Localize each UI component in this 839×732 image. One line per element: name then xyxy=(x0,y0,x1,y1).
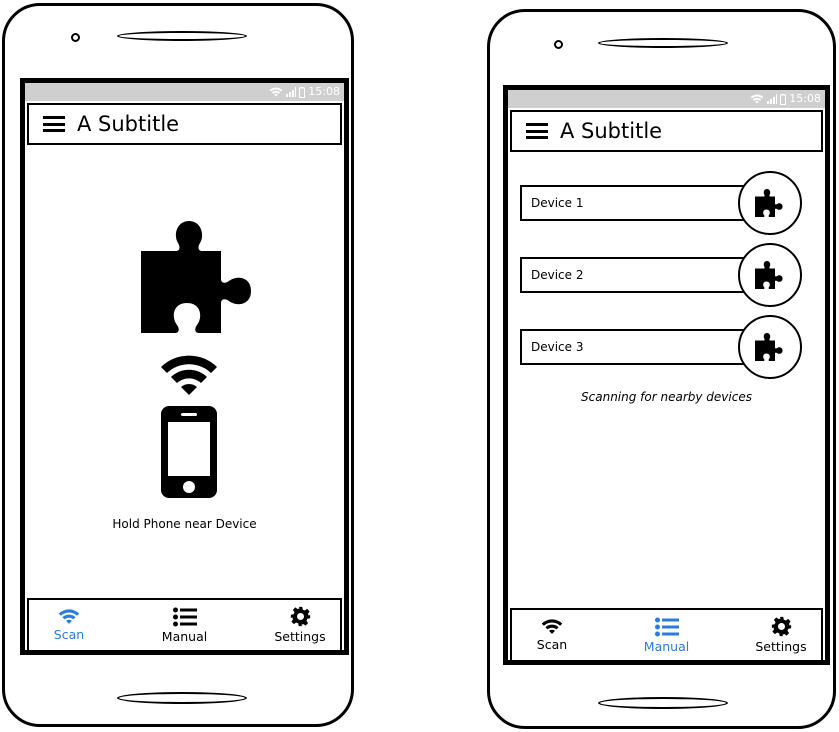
home-button[interactable] xyxy=(598,697,728,709)
tab-settings[interactable]: Settings xyxy=(270,600,330,650)
camera-icon xyxy=(71,33,80,42)
wifi-icon xyxy=(159,353,219,397)
phone-mockup-scan: 15:08 A Subtitle Hold Phone near Device … xyxy=(2,3,354,727)
status-time: 15:08 xyxy=(308,85,340,98)
gear-icon xyxy=(771,616,792,637)
scanning-status: Scanning for nearby devices xyxy=(581,390,752,404)
speaker-grille xyxy=(117,31,247,41)
wifi-icon xyxy=(269,87,283,97)
tab-scan[interactable]: Scan xyxy=(522,610,582,660)
signal-icon xyxy=(286,87,297,97)
list-icon xyxy=(655,617,679,637)
tab-settings-label: Settings xyxy=(274,629,326,644)
device-list-item[interactable]: Device 2 xyxy=(520,243,802,307)
smartphone-icon xyxy=(161,406,217,498)
battery-icon xyxy=(780,93,787,105)
page-title: A Subtitle xyxy=(560,119,663,143)
app-bar: A Subtitle xyxy=(27,103,342,145)
tab-scan-label: Scan xyxy=(53,627,85,642)
phone-screen: 15:08 A Subtitle Hold Phone near Device … xyxy=(20,78,349,655)
camera-icon xyxy=(554,40,563,49)
tab-settings-label: Settings xyxy=(755,639,807,654)
puzzle-piece-icon xyxy=(755,261,785,289)
wifi-icon xyxy=(750,94,764,104)
status-bar: 15:08 xyxy=(508,90,825,108)
status-time: 15:08 xyxy=(789,92,821,105)
bottom-tab-bar: Scan Manual Settings xyxy=(27,598,342,650)
device-connect-button[interactable] xyxy=(738,243,802,307)
tab-manual[interactable]: Manual xyxy=(155,600,215,650)
list-icon xyxy=(173,607,197,627)
device-connect-button[interactable] xyxy=(738,315,802,379)
puzzle-piece-icon xyxy=(755,333,785,361)
device-list-item[interactable]: Device 3 xyxy=(520,315,802,379)
tab-manual-label: Manual xyxy=(643,638,690,654)
hold-phone-hint: Hold Phone near Device xyxy=(112,517,257,531)
bottom-tab-bar: Scan Manual Settings xyxy=(510,608,823,660)
puzzle-piece-icon xyxy=(141,221,261,333)
hamburger-menu-icon[interactable] xyxy=(526,123,548,139)
app-bar: A Subtitle xyxy=(510,110,823,152)
puzzle-piece-icon xyxy=(755,189,785,217)
home-button[interactable] xyxy=(117,692,247,704)
tab-manual-label: Manual xyxy=(161,628,208,644)
wifi-icon xyxy=(58,608,80,625)
tab-scan[interactable]: Scan xyxy=(39,600,99,650)
page-title: A Subtitle xyxy=(77,112,180,136)
signal-icon xyxy=(767,94,778,104)
device-list-item[interactable]: Device 1 xyxy=(520,171,802,235)
hamburger-menu-icon[interactable] xyxy=(43,116,65,132)
phone-screen: 15:08 A Subtitle Device 1 Device 2 Devic… xyxy=(503,85,830,665)
wifi-icon xyxy=(541,618,563,635)
tab-manual[interactable]: Manual xyxy=(637,610,697,660)
device-connect-button[interactable] xyxy=(738,171,802,235)
device-name[interactable]: Device 2 xyxy=(520,257,760,293)
status-bar: 15:08 xyxy=(25,83,344,101)
tab-settings[interactable]: Settings xyxy=(751,610,811,660)
speaker-grille xyxy=(598,38,728,48)
device-name[interactable]: Device 1 xyxy=(520,185,760,221)
tab-scan-label: Scan xyxy=(536,637,568,652)
gear-icon xyxy=(290,606,311,627)
device-name[interactable]: Device 3 xyxy=(520,329,760,365)
battery-icon xyxy=(299,86,306,98)
phone-mockup-manual: 15:08 A Subtitle Device 1 Device 2 Devic… xyxy=(487,9,836,729)
